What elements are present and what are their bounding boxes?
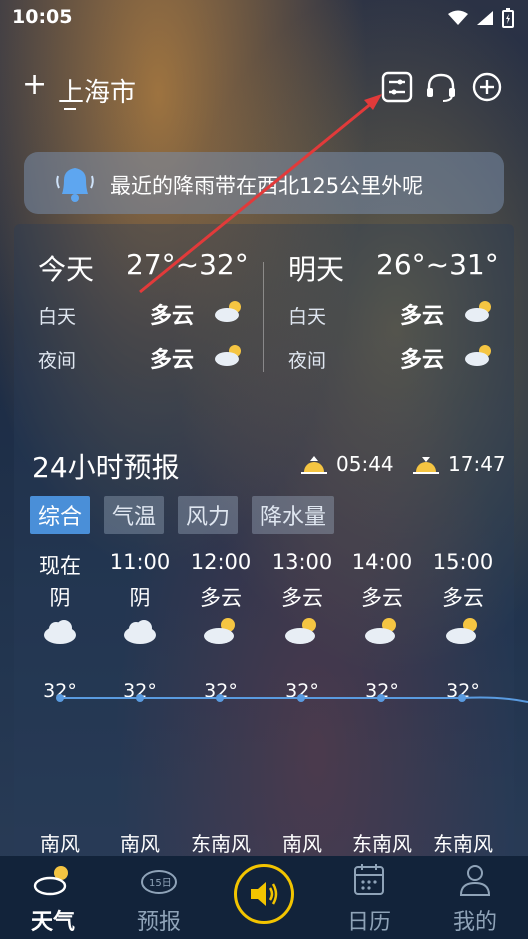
partly-cloudy-icon <box>285 618 316 644</box>
temp-range: 27°~32° <box>126 248 249 281</box>
temperature-trend-line <box>56 694 528 703</box>
signal-icon <box>477 11 493 25</box>
nav-label: 天气 <box>30 910 75 935</box>
partly-cloudy-night-icon <box>465 345 491 366</box>
city-name[interactable]: 上海市 <box>58 72 136 109</box>
wifi-icon <box>448 10 468 25</box>
hour-condition: 阴 <box>49 586 71 610</box>
hour-condition: 多云 <box>200 586 242 610</box>
hour-condition: 多云 <box>361 586 403 610</box>
hour-wind: 南风 <box>120 832 160 856</box>
partly-cloudy-icon <box>365 618 396 644</box>
daytime-condition: 多云 <box>400 304 445 329</box>
nav-weather[interactable]: 天气 <box>8 862 98 936</box>
sunrise-icon <box>301 456 327 474</box>
sunset-time: 17:47 <box>448 452 506 476</box>
partly-cloudy-icon <box>204 618 235 644</box>
hour-time: 13:00 <box>271 550 333 574</box>
night-label: 夜间 <box>38 350 77 372</box>
status-bar: 10:05 <box>0 0 528 36</box>
sunset: 17:47 <box>412 452 506 476</box>
voice-broadcast-button[interactable] <box>234 864 294 924</box>
nav-label: 日历 <box>346 910 391 935</box>
trend-point <box>56 694 64 702</box>
cloudy-icon <box>124 620 156 644</box>
sunset-icon <box>413 457 439 474</box>
day-name: 明天 <box>288 253 345 286</box>
trend-point <box>216 694 224 702</box>
weather-icon <box>33 866 68 896</box>
night-label: 夜间 <box>288 350 327 372</box>
hour-wind: 东南风 <box>352 832 412 856</box>
header: + 上海市 <box>0 64 528 112</box>
day-name: 今天 <box>38 253 95 286</box>
trend-point <box>458 694 466 702</box>
trend-point <box>377 694 385 702</box>
partly-cloudy-night-icon <box>215 345 241 366</box>
daytime-label: 白天 <box>288 306 327 328</box>
tab-overview[interactable]: 综合 <box>30 496 91 534</box>
settings-sliders-icon[interactable] <box>380 70 414 104</box>
tab-temperature[interactable]: 气温 <box>104 496 165 534</box>
temp-range: 26°~31° <box>376 248 499 281</box>
battery-icon <box>502 8 514 28</box>
day-divider <box>263 262 264 372</box>
bell-icon <box>56 168 94 202</box>
night-condition: 多云 <box>400 348 445 373</box>
partly-cloudy-icon <box>446 618 477 644</box>
calendar-icon <box>354 864 384 895</box>
hour-time: 15:00 <box>432 550 494 574</box>
tab-precipitation[interactable]: 降水量 <box>252 496 335 534</box>
hour-time: 11:00 <box>109 550 171 574</box>
nav-forecast[interactable]: 15日 预报 <box>114 862 204 936</box>
trend-point <box>297 694 305 702</box>
page-indicator <box>64 108 76 110</box>
nav-label: 预报 <box>136 910 181 935</box>
tab-wind[interactable]: 风力 <box>178 496 239 534</box>
sunrise: 05:44 <box>300 452 394 476</box>
add-circle-icon[interactable] <box>470 70 504 104</box>
night-condition: 多云 <box>150 348 195 373</box>
speaker-icon <box>251 882 278 906</box>
hour-wind: 东南风 <box>433 832 493 856</box>
hour-condition: 多云 <box>281 586 323 610</box>
add-city-button[interactable]: + <box>22 70 47 100</box>
status-icons <box>448 8 514 28</box>
rain-alert-banner[interactable]: 最近的降雨带在西北125公里外呢 <box>24 152 504 214</box>
daytime-condition: 多云 <box>150 304 195 329</box>
hour-wind: 南风 <box>40 832 80 856</box>
sunrise-time: 05:44 <box>336 452 394 476</box>
daytime-label: 白天 <box>38 306 77 328</box>
forecast-tabs: 综合 气温 风力 降水量 <box>30 496 335 534</box>
nav-label: 我的 <box>452 910 497 935</box>
partly-cloudy-icon <box>465 301 491 322</box>
forecast-title: 24小时预报 <box>32 451 180 484</box>
hour-condition: 多云 <box>442 586 484 610</box>
hour-wind: 南风 <box>282 832 322 856</box>
nav-me[interactable]: 我的 <box>430 862 520 936</box>
headphones-icon[interactable] <box>424 70 458 104</box>
hour-time: 14:00 <box>351 550 413 574</box>
forecast-badge: 15日 <box>149 878 172 889</box>
hour-wind: 东南风 <box>191 832 251 856</box>
hour-time: 现在 <box>39 554 81 578</box>
user-icon <box>459 865 491 896</box>
forecast-cloud-icon: 15日 <box>141 870 177 894</box>
alert-text: 最近的降雨带在西北125公里外呢 <box>110 174 424 198</box>
cloudy-icon <box>44 620 76 644</box>
status-time: 10:05 <box>12 6 73 28</box>
nav-calendar[interactable]: 日历 <box>324 862 414 936</box>
hour-time: 12:00 <box>190 550 252 574</box>
hour-condition: 阴 <box>129 586 151 610</box>
partly-cloudy-icon <box>215 301 241 322</box>
trend-point <box>136 694 144 702</box>
